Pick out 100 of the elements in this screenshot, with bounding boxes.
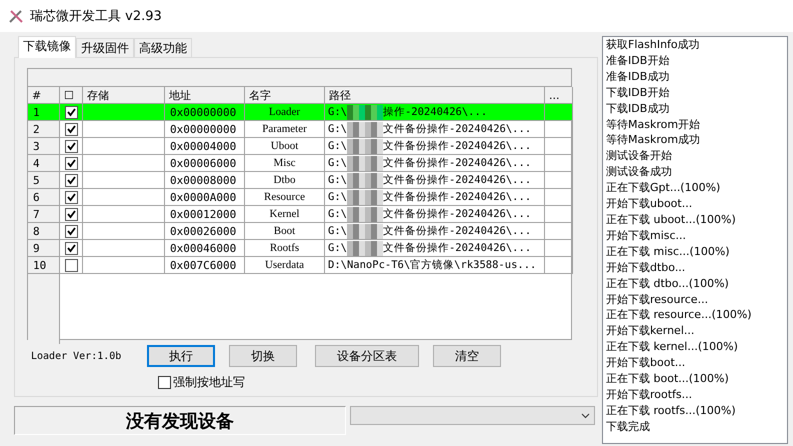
log-line: 正在下载 misc...(100%) (606, 244, 731, 260)
path-text: 文件备份操作-20240426\... (382, 207, 532, 221)
action-button[interactable]: 设备分区表 (315, 345, 419, 367)
checkbox[interactable] (65, 208, 78, 220)
row-number: 5 (28, 172, 60, 189)
log-line: 正在下载 dtbo...(100%) (606, 276, 730, 292)
log-line: 正在下载 uboot...(100%) (606, 212, 737, 228)
table-row[interactable]: 1 0x00000000 Loader G:\ 操作-20240426\... (28, 104, 571, 121)
table-row[interactable]: 7 0x00012000 Kernel G:\ 文件备份操作-20240426\... (28, 206, 571, 223)
path-text: G:\ (328, 208, 347, 220)
path-text: 文件备份操作-20240426\... (382, 241, 532, 255)
log-line: 下载完成 (606, 418, 651, 435)
tab[interactable]: 下载镜像 (18, 36, 76, 58)
name-cell: Resource (245, 189, 325, 206)
column-header[interactable]: # (28, 87, 60, 104)
table-row[interactable]: 4 0x00006000 Misc G:\ 文件备份操作-20240426\... (28, 155, 571, 172)
row-number: 8 (28, 223, 60, 240)
chevron-down-icon (581, 412, 590, 418)
name-cell: Kernel (245, 206, 325, 223)
checkbox[interactable] (65, 106, 78, 118)
checkbox[interactable] (65, 122, 78, 136)
column-header[interactable]: ☐ (60, 87, 83, 104)
column-header[interactable]: 路径 (325, 87, 545, 104)
log-line: 开始下载kernel... (606, 323, 696, 340)
path-text: G:\ (328, 174, 347, 186)
table-row[interactable]: 8 0x00026000 Boot G:\ 文件备份操作-20240426\... (28, 223, 571, 240)
row-number: 6 (28, 189, 60, 206)
log-line: 等待Maskrom成功 (606, 132, 702, 148)
log-line: 正在下载 kernel...(100%) (606, 339, 739, 356)
column-header[interactable]: 名字 (245, 87, 325, 104)
table-row[interactable]: 9 0x00046000 Rootfs G:\ 文件备份操作-20240426\... (28, 240, 571, 257)
action-button[interactable]: 切换 (229, 345, 297, 367)
address-cell: 0x00026000 (165, 223, 245, 240)
path-text: G:\ (328, 140, 347, 152)
log-line: 开始下载uboot... (606, 196, 694, 212)
name-cell: Loader (245, 104, 325, 121)
path-text: G:\ (328, 191, 347, 203)
log-line: 开始下载resource... (606, 292, 710, 308)
path-text: 文件备份操作-20240426\... (382, 190, 532, 204)
address-cell: 0x00012000 (165, 206, 245, 223)
log-line: 正在下载 boot...(100%) (606, 371, 730, 387)
path-text: 文件备份操作-20240426\... (382, 139, 532, 153)
log-line: 准备IDB开始 (606, 52, 670, 69)
path-text: G:\ (328, 123, 347, 135)
path-text: D:\NanoPc-T6\官方镜像\rk3588-us... (328, 258, 536, 272)
row-number: 1 (28, 104, 60, 121)
row-number: 3 (28, 138, 60, 155)
log-line: 开始下载boot... (606, 355, 686, 372)
checkbox[interactable] (65, 156, 78, 170)
action-button[interactable]: 执行 (147, 345, 215, 367)
row-number: 4 (28, 155, 60, 172)
column-header[interactable]: 地址 (165, 87, 245, 104)
column-header[interactable]: 存储 (83, 87, 165, 104)
table-row[interactable]: 5 0x00008000 Dtbo G:\ 文件备份操作-20240426\... (28, 172, 571, 189)
log-line: 开始下载dtbo... (606, 260, 686, 276)
action-button[interactable]: 清空 (433, 345, 501, 367)
checkbox[interactable] (158, 376, 171, 389)
table-row[interactable]: 3 0x00004000 Uboot G:\ 文件备份操作-20240426\... (28, 138, 571, 155)
table-row[interactable]: 10 0x007C6000 Userdata D:\NanoPc-T6\官方镜像\rk3588-us... (28, 257, 571, 274)
checkbox[interactable] (65, 140, 78, 152)
checkbox[interactable] (65, 190, 78, 204)
address-cell: 0x007C6000 (165, 257, 245, 274)
path-text: G:\ (328, 242, 347, 254)
table-row[interactable]: 6 0x0000A000 Resource G:\ 文件备份操作-20240426\... (28, 189, 571, 206)
address-cell: 0x00000000 (165, 121, 245, 138)
address-cell: 0x00008000 (165, 172, 245, 189)
log-line: 开始下载rootfs... (606, 386, 694, 403)
tab[interactable]: 升级固件 (76, 38, 134, 57)
table-row[interactable]: 2 0x00000000 Parameter G:\ 文件备份操作-20240426\... (28, 121, 571, 138)
checkbox[interactable] (65, 224, 78, 238)
status-text: 没有发现设备 (14, 406, 346, 435)
log-line: 下载IDB开始 (606, 84, 670, 101)
name-cell: Rootfs (245, 240, 325, 257)
checkbox[interactable] (65, 258, 78, 272)
name-cell: Dtbo (245, 172, 325, 189)
tab[interactable]: 高级功能 (134, 38, 192, 57)
row-number: 9 (28, 240, 60, 257)
address-cell: 0x00046000 (165, 240, 245, 257)
row-number: 10 (28, 257, 60, 274)
name-cell: Parameter (245, 121, 325, 138)
log-line: 获取FlashInfo成功 (606, 37, 701, 53)
name-cell: Uboot (245, 138, 325, 155)
checkbox[interactable] (65, 174, 78, 186)
tools-icon (8, 8, 24, 24)
path-text: 文件备份操作-20240426\... (382, 173, 532, 187)
column-header[interactable]: ... (545, 87, 573, 104)
address-cell: 0x0000A000 (165, 189, 245, 206)
path-text: G:\ (328, 225, 347, 237)
log-line: 测试设备成功 (606, 164, 673, 180)
path-text: 文件备份操作-20240426\... (382, 122, 532, 136)
checkbox-label[interactable]: 强制按地址写 (173, 374, 245, 391)
window-title: 瑞芯微开发工具 v2.93 (30, 8, 162, 25)
path-text: 文件备份操作-20240426\... (382, 224, 532, 238)
checkbox[interactable] (65, 242, 78, 254)
log-line: 正在下载Gpt...(100%) (606, 180, 722, 196)
log-line: 正在下载 resource...(100%) (606, 307, 753, 324)
address-cell: 0x00004000 (165, 138, 245, 155)
path-text: G:\ (328, 157, 347, 169)
name-cell: Misc (245, 155, 325, 172)
log-line: 下载IDB成功 (606, 100, 670, 117)
